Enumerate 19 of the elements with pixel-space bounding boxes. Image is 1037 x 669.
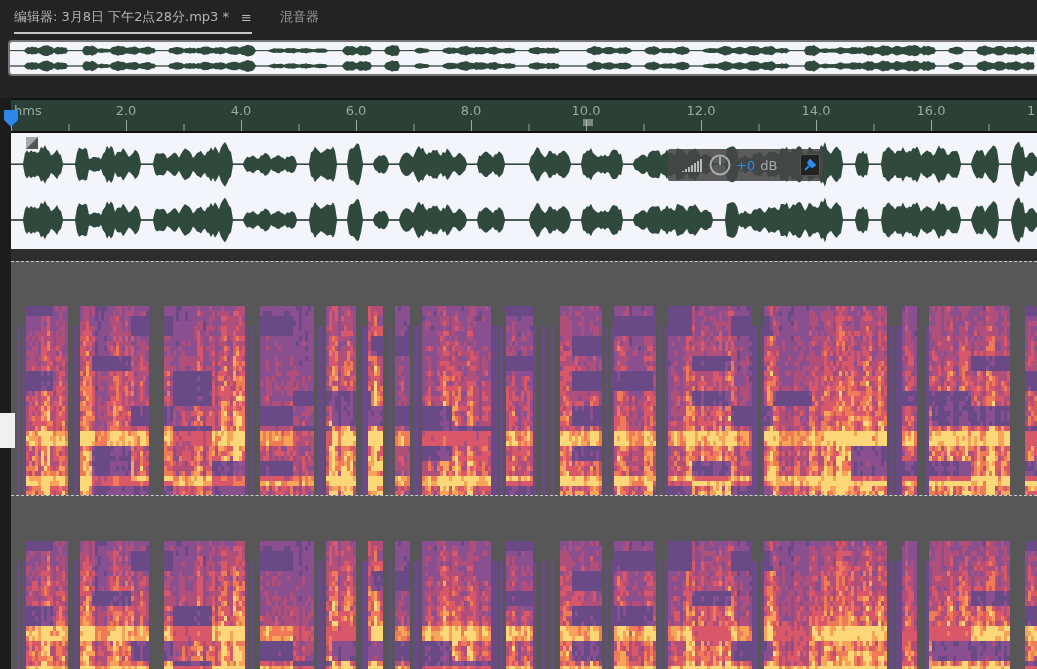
level-meter-icon (682, 158, 704, 172)
ruler-label: 6.0 (345, 103, 367, 118)
ruler-label: 8.0 (460, 103, 482, 118)
ruler-label: 12.0 (686, 103, 716, 118)
panel-menu-button[interactable]: ≡ (240, 9, 252, 25)
gain-value: +0 (736, 157, 756, 173)
ruler-label: 16.0 (916, 103, 946, 118)
ruler-label: 4.0 (230, 103, 252, 118)
ruler-label: 14.0 (801, 103, 831, 118)
panel-tab[interactable]: 编辑器: 3月8日 下午2点28分.mp3 * ≡ (14, 2, 252, 34)
ruler-label: 10.0 (571, 103, 601, 118)
overview-waveform[interactable] (8, 40, 1037, 77)
ruler-label: 1 (1027, 103, 1036, 118)
panel-tab[interactable]: 混音器 (279, 2, 319, 34)
gain-unit: dB (760, 157, 778, 173)
corner-toggle-icon[interactable] (26, 137, 38, 149)
cue-marker-icon (583, 118, 593, 127)
ruler-label: 2.0 (115, 103, 137, 118)
volume-knob-icon[interactable] (709, 154, 731, 176)
